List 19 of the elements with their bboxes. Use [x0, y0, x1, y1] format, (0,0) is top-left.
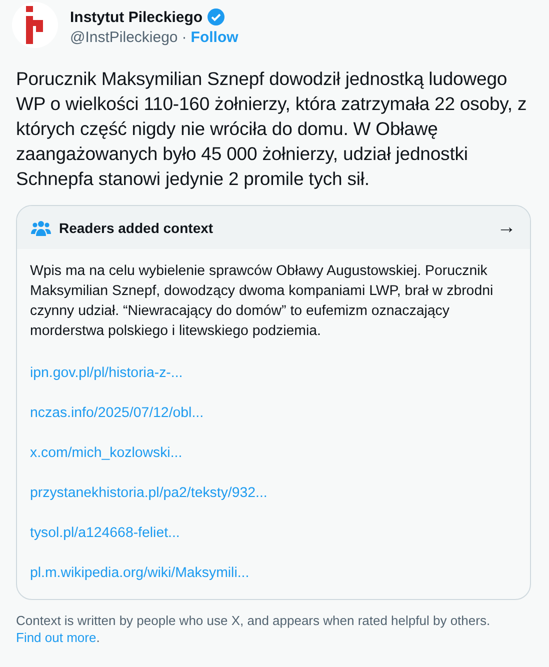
note-text: Wpis ma na celu wybielenie sprawców Obławy Augustowskiej. Porucznik Maksymilian Sznepf, dowodzący dwoma kompaniami LWP, brał w zbrodni czynny udział. “Niewracający do domów” to eufemizm oznaczający morderstwa polskiego i litewskiego podziemia. — [30, 262, 494, 341]
people-icon — [31, 220, 51, 236]
find-out-more-link[interactable]: Find out more — [16, 630, 96, 645]
source-link[interactable]: przystanekhistoria.pl/pa2/teksty/932... — [30, 483, 268, 503]
card-header[interactable]: Readers added context → — [17, 206, 530, 249]
source-link[interactable]: nczas.info/2025/07/12/obl... — [30, 403, 204, 423]
follow-link[interactable]: Follow — [190, 29, 238, 46]
footer-text: Context is written by people who use X, and appears when rated helpful by others. Find out more. — [16, 612, 492, 646]
separator: · — [182, 29, 187, 46]
avatar-logo[interactable] — [12, 2, 58, 48]
source-link[interactable]: tysol.pl/a124668-feliet... — [30, 523, 180, 543]
source-link[interactable]: x.com/mich_kozlowski... — [30, 443, 182, 463]
author-name[interactable]: Instytut Pileckiego — [70, 8, 203, 26]
card-title: Readers added context — [59, 220, 214, 236]
source-link[interactable]: ipn.gov.pl/pl/historia-z-... — [30, 363, 183, 383]
tweet-text: Porucznik Maksymilian Sznepf dowodził jednostką ludowego WP o wielkości 110-160 żołnierzy, która zatrzymała 22 osoby, z których część nigdy nie wróciła do domu. W Obławę zaangażowanych było 45 000 żołnierzy, udział jednostki Schnepfa stanowi jedynie 2 promile tych sił. — [15, 67, 528, 191]
source-link[interactable]: pl.m.wikipedia.org/wiki/Maksymili... — [30, 563, 250, 583]
author-handle[interactable]: @InstPileckiego — [70, 29, 178, 46]
arrow-icon[interactable]: → — [497, 216, 516, 238]
